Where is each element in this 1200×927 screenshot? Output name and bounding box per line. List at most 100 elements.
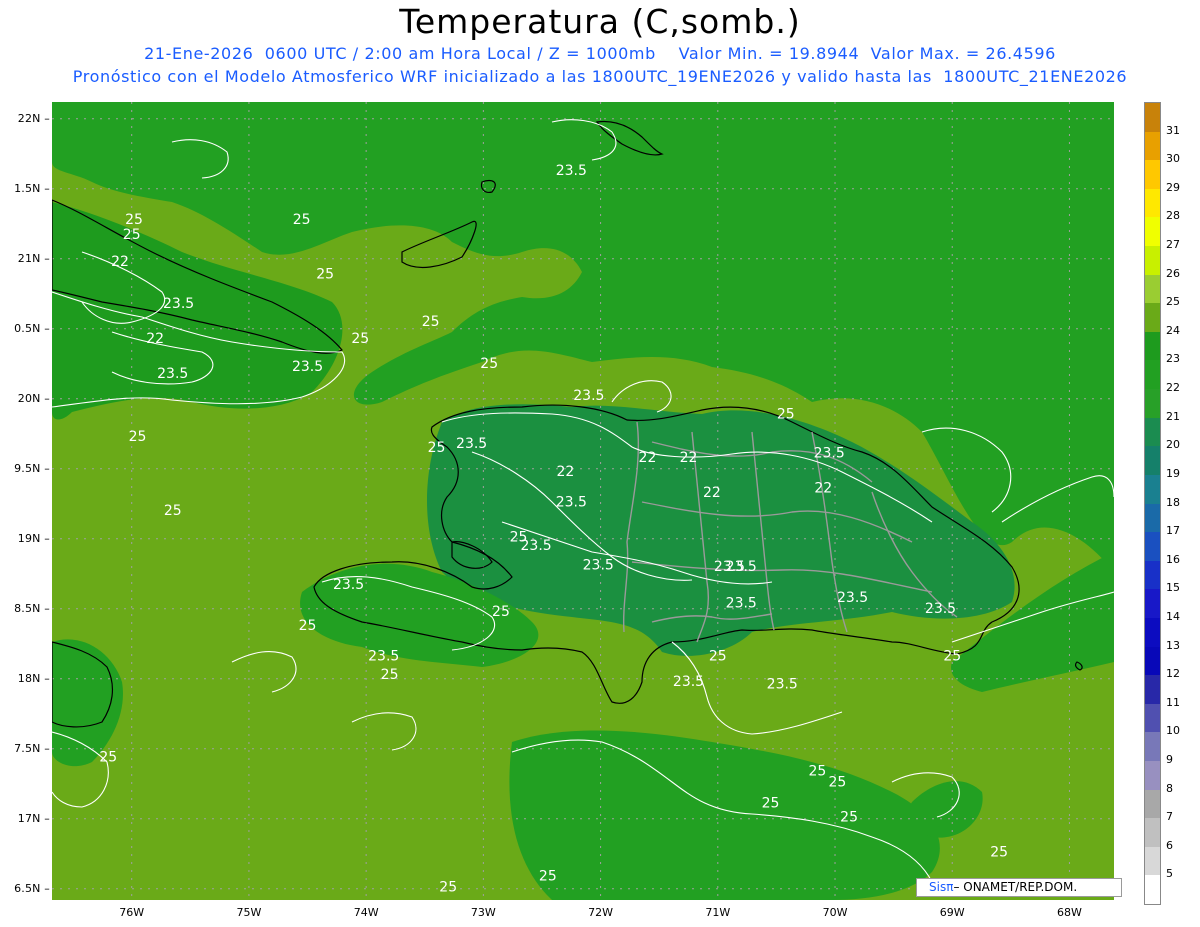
contour-label: 25 — [299, 618, 317, 634]
contour-label: 25 — [381, 667, 399, 683]
legend-color-box — [1145, 789, 1160, 819]
contour-label: 23.5 — [456, 436, 487, 452]
lon-tick-label: 73W — [470, 906, 496, 919]
contour-label: 23.5 — [157, 366, 188, 382]
lon-tick-label: 68W — [1057, 906, 1082, 919]
contour-label: 22 — [680, 450, 698, 466]
lon-tick-label: 72W — [588, 906, 614, 919]
legend-color-box — [1145, 474, 1160, 504]
legend-color-box — [1145, 188, 1160, 218]
legend-color-box — [1145, 389, 1160, 419]
legend-label: 5 — [1166, 867, 1173, 881]
lat-tick-label: 7.5N – — [14, 741, 50, 755]
contour-label: 25 — [125, 212, 143, 228]
legend-label: 26 — [1166, 266, 1180, 280]
legend-label: 19 — [1166, 466, 1180, 480]
contour-label: 22 — [703, 485, 721, 501]
contour-label: 25 — [351, 331, 369, 347]
contour-label: 25 — [428, 440, 446, 456]
legend-color-box — [1145, 732, 1160, 762]
lat-tick-label: 1.5N – — [14, 181, 50, 195]
legend-color-box — [1145, 646, 1160, 676]
legend-color-box — [1145, 331, 1160, 361]
legend-color-box — [1145, 846, 1160, 876]
legend-label: 11 — [1166, 695, 1180, 709]
legend-color-box — [1145, 675, 1160, 705]
contour-label: 23.5 — [814, 446, 845, 462]
contour-label: 25 — [422, 314, 440, 330]
contour-label: 23.5 — [673, 674, 704, 690]
lon-tick-label: 74W — [353, 906, 379, 919]
map-subtitle-model-info: Pronóstico con el Modelo Atmosferico WRF… — [72, 67, 1128, 86]
contour-label: 23.5 — [726, 595, 757, 611]
legend-color-box — [1145, 560, 1160, 590]
map-subtitle-valid-time: 21-Ene-2026 0600 UTC / 2:00 am Hora Loca… — [144, 44, 1056, 63]
legend-label: 27 — [1166, 238, 1180, 252]
legend-label: 8 — [1166, 781, 1173, 795]
contour-label: 22 — [814, 481, 832, 497]
contour-label: 25 — [943, 649, 961, 665]
contour-label: 23.5 — [837, 590, 868, 606]
contour-label: 22 — [111, 254, 129, 270]
lon-tick-label: 71W — [705, 906, 731, 919]
contour-label: 25 — [709, 649, 727, 665]
color-legend — [1144, 102, 1161, 905]
legend-label: 23 — [1166, 352, 1180, 366]
contour-label: 25 — [990, 845, 1008, 861]
legend-color-box — [1145, 589, 1160, 619]
contour-label: 25 — [809, 763, 827, 779]
legend-label: 18 — [1166, 495, 1180, 509]
contour-label: 23.5 — [573, 388, 604, 404]
legend-color-box — [1145, 875, 1160, 905]
lat-tick-label: 9.5N – — [14, 461, 50, 475]
contour-label: 23.5 — [925, 601, 956, 617]
contour-label: 25 — [129, 429, 147, 445]
lat-tick-label: 6.5N – — [14, 881, 50, 895]
legend-color-box — [1145, 103, 1160, 133]
contour-label: 23.5 — [368, 649, 399, 665]
legend-label: 9 — [1166, 752, 1173, 766]
credit-brand: Sisπ — [929, 880, 954, 894]
legend-label: 21 — [1166, 409, 1180, 423]
lat-tick-label: 17N – — [17, 811, 50, 825]
credit-text: – ONAMET/REP.DOM. — [953, 880, 1078, 894]
lon-tick-label: 70W — [822, 906, 848, 919]
legend-label: 24 — [1166, 323, 1180, 337]
lat-tick-label: 21N – — [17, 251, 50, 265]
legend-color-box — [1145, 446, 1160, 476]
legend-label: 20 — [1166, 438, 1180, 452]
contour-label: 23.5 — [726, 559, 757, 575]
lon-tick-label: 75W — [236, 906, 262, 919]
contour-label: 25 — [539, 868, 557, 884]
legend-label: 29 — [1166, 180, 1180, 194]
contour-label: 25 — [316, 266, 334, 282]
contour-label: 22 — [639, 450, 657, 466]
legend-label: 30 — [1166, 152, 1180, 166]
legend-label: 12 — [1166, 667, 1180, 681]
legend-label: 31 — [1166, 123, 1180, 137]
lat-tick-label: 8.5N – — [14, 601, 50, 615]
legend-label: 13 — [1166, 638, 1180, 652]
contour-label: 23.5 — [521, 538, 552, 554]
contour-label: 23.5 — [333, 577, 364, 593]
contour-label: 23.5 — [556, 495, 587, 511]
legend-label: 6 — [1166, 838, 1173, 852]
legend-color-box — [1145, 217, 1160, 247]
lat-tick-label: 18N – — [17, 671, 50, 685]
contour-label: 23.5 — [556, 163, 587, 179]
legend-color-box — [1145, 417, 1160, 447]
legend-color-box — [1145, 360, 1160, 390]
lat-tick-label: 20N – — [17, 391, 50, 405]
contour-label: 22 — [146, 331, 164, 347]
legend-color-box — [1145, 274, 1160, 304]
contour-label: 25 — [777, 406, 795, 422]
credit-box: Sisπ– ONAMET/REP.DOM. — [916, 878, 1122, 897]
legend-color-box — [1145, 760, 1160, 791]
legend-label: 17 — [1166, 524, 1180, 538]
legend-color-box — [1145, 703, 1160, 733]
contour-label: 25 — [828, 775, 846, 791]
contour-label: 25 — [293, 212, 311, 228]
contour-label: 22 — [557, 464, 575, 480]
contour-label: 25 — [123, 227, 141, 243]
legend-color-box — [1145, 246, 1160, 276]
